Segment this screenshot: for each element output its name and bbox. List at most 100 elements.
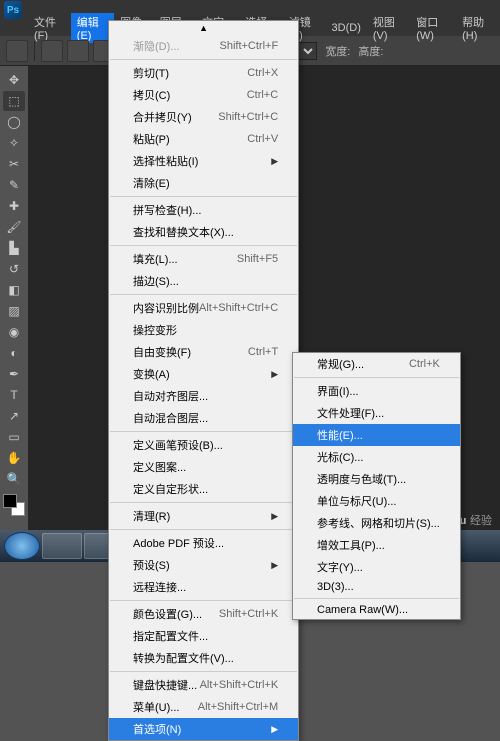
prefs-menu-item-13[interactable]: Camera Raw(W)... bbox=[293, 601, 460, 619]
menu-视图[interactable]: 视图(V) bbox=[367, 13, 410, 43]
history-brush-tool-icon[interactable]: ↺ bbox=[3, 259, 25, 279]
menu-shortcut: Alt+Shift+Ctrl+C bbox=[199, 302, 278, 314]
edit-menu-item-29[interactable]: 预设(S)▶ bbox=[109, 554, 298, 576]
menu-item-label: 清除(E) bbox=[133, 175, 170, 191]
edit-menu-item-24[interactable]: 定义自定形状... bbox=[109, 478, 298, 500]
zoom-tool-icon[interactable]: 🔍 bbox=[3, 469, 25, 489]
edit-menu-item-28[interactable]: Adobe PDF 预设... bbox=[109, 532, 298, 554]
start-button-icon[interactable] bbox=[4, 532, 40, 560]
menu-shortcut: Alt+Shift+Ctrl+M bbox=[198, 701, 278, 713]
edit-menu-item-17[interactable]: 自由变换(F)Ctrl+T bbox=[109, 341, 298, 363]
menu-item-label: 键盘快捷键... bbox=[133, 677, 197, 693]
submenu-arrow-icon: ▶ bbox=[271, 511, 278, 522]
edit-menu-item-6[interactable]: 选择性粘贴(I)▶ bbox=[109, 150, 298, 172]
width-label: 宽度: bbox=[325, 43, 350, 59]
edit-menu-item-5[interactable]: 粘贴(P)Ctrl+V bbox=[109, 128, 298, 150]
edit-menu-item-9[interactable]: 拼写检查(H)... bbox=[109, 199, 298, 221]
stamp-tool-icon[interactable]: ▙ bbox=[3, 238, 25, 258]
move-tool-icon[interactable]: ✥ bbox=[3, 70, 25, 90]
menu-separator bbox=[110, 59, 297, 60]
menu-item-label: 自动对齐图层... bbox=[133, 388, 208, 404]
prefs-menu-item-9[interactable]: 增效工具(P)... bbox=[293, 534, 460, 556]
menu-item-label: 界面(I)... bbox=[317, 383, 359, 399]
edit-menu-item-20[interactable]: 自动混合图层... bbox=[109, 407, 298, 429]
wand-tool-icon[interactable]: ✧ bbox=[3, 133, 25, 153]
prefs-menu-item-0[interactable]: 常规(G)...Ctrl+K bbox=[293, 353, 460, 375]
menu-item-label: 填充(L)... bbox=[133, 251, 178, 267]
foreground-color-swatch[interactable] bbox=[3, 494, 17, 508]
gradient-tool-icon[interactable]: ▨ bbox=[3, 301, 25, 321]
menu-item-label: 预设(S) bbox=[133, 557, 170, 573]
edit-menu-item-30[interactable]: 远程连接... bbox=[109, 576, 298, 598]
menu-item-label: 定义自定形状... bbox=[133, 481, 208, 497]
menu-窗口[interactable]: 窗口(W) bbox=[410, 13, 456, 43]
type-tool-icon[interactable]: T bbox=[3, 385, 25, 405]
edit-menu-item-37[interactable]: 菜单(U)...Alt+Shift+Ctrl+M bbox=[109, 696, 298, 718]
pen-tool-icon[interactable]: ✒ bbox=[3, 364, 25, 384]
menu-帮助[interactable]: 帮助(H) bbox=[456, 13, 500, 43]
prefs-menu-item-11[interactable]: 3D(3)... bbox=[293, 578, 460, 596]
menu-shortcut: Shift+F5 bbox=[237, 253, 278, 265]
lasso-tool-icon[interactable]: ◯ bbox=[3, 112, 25, 132]
menu-item-label: 远程连接... bbox=[133, 579, 186, 595]
eyedropper-tool-icon[interactable]: ✎ bbox=[3, 175, 25, 195]
edit-menu-item-26[interactable]: 清理(R) ▶ bbox=[109, 505, 298, 527]
edit-menu-item-38[interactable]: 首选项(N)▶ bbox=[109, 718, 298, 740]
hand-tool-icon[interactable]: ✋ bbox=[3, 448, 25, 468]
eraser-tool-icon[interactable]: ◧ bbox=[3, 280, 25, 300]
brush-tool-icon[interactable]: 🖌 bbox=[3, 217, 25, 237]
menu-文件[interactable]: 文件(F) bbox=[28, 13, 71, 43]
edit-menu-item-2[interactable]: 剪切(T)Ctrl+X bbox=[109, 62, 298, 84]
edit-menu-item-19[interactable]: 自动对齐图层... bbox=[109, 385, 298, 407]
edit-menu-item-13[interactable]: 描边(S)... bbox=[109, 270, 298, 292]
menu-item-label: 文件处理(F)... bbox=[317, 405, 384, 421]
submenu-arrow-icon: ▶ bbox=[271, 369, 278, 380]
tool-preset-icon[interactable] bbox=[6, 40, 28, 62]
marquee-tool-icon[interactable]: ⬚ bbox=[3, 91, 25, 111]
edit-menu-item-12[interactable]: 填充(L)... Shift+F5 bbox=[109, 248, 298, 270]
edit-menu-item-32[interactable]: 颜色设置(G)...Shift+Ctrl+K bbox=[109, 603, 298, 625]
prefs-menu-item-2[interactable]: 界面(I)... bbox=[293, 380, 460, 402]
path-tool-icon[interactable]: ↗ bbox=[3, 406, 25, 426]
edit-menu-item-22[interactable]: 定义画笔预设(B)... bbox=[109, 434, 298, 456]
prefs-menu-item-6[interactable]: 透明度与色域(T)... bbox=[293, 468, 460, 490]
edit-menu-item-3[interactable]: 拷贝(C)Ctrl+C bbox=[109, 84, 298, 106]
prefs-menu-item-5[interactable]: 光标(C)... bbox=[293, 446, 460, 468]
menu-item-label: 渐隐(D)... bbox=[133, 38, 179, 54]
edit-menu-item-33[interactable]: 指定配置文件... bbox=[109, 625, 298, 647]
dodge-tool-icon[interactable]: ◐ bbox=[3, 343, 25, 363]
prefs-menu-item-8[interactable]: 参考线、网格和切片(S)... bbox=[293, 512, 460, 534]
menu-item-label: 定义图案... bbox=[133, 459, 186, 475]
taskbar-app-icon[interactable] bbox=[42, 533, 82, 559]
color-swatches[interactable] bbox=[3, 494, 25, 516]
menu-separator bbox=[110, 294, 297, 295]
selection-add-icon[interactable] bbox=[67, 40, 89, 62]
edit-menu-item-15[interactable]: 内容识别比例Alt+Shift+Ctrl+C bbox=[109, 297, 298, 319]
menu-shortcut: Ctrl+X bbox=[247, 67, 278, 79]
menu-shortcut: Ctrl+K bbox=[409, 358, 440, 370]
edit-menu-item-4[interactable]: 合并拷贝(Y)Shift+Ctrl+C bbox=[109, 106, 298, 128]
edit-menu-item-16[interactable]: 操控变形 bbox=[109, 319, 298, 341]
edit-menu-item-10[interactable]: 查找和替换文本(X)... bbox=[109, 221, 298, 243]
selection-new-icon[interactable] bbox=[41, 40, 63, 62]
edit-menu-item-23[interactable]: 定义图案... bbox=[109, 456, 298, 478]
edit-menu-item-36[interactable]: 键盘快捷键...Alt+Shift+Ctrl+K bbox=[109, 674, 298, 696]
menu-item-label: 清理(R) bbox=[133, 508, 170, 524]
prefs-menu-item-10[interactable]: 文字(Y)... bbox=[293, 556, 460, 578]
edit-menu-item-34[interactable]: 转换为配置文件(V)... bbox=[109, 647, 298, 669]
prefs-menu-item-3[interactable]: 文件处理(F)... bbox=[293, 402, 460, 424]
edit-menu-item-7[interactable]: 清除(E) bbox=[109, 172, 298, 194]
prefs-menu-item-4[interactable]: 性能(E)... bbox=[293, 424, 460, 446]
menu-3d[interactable]: 3D(D) bbox=[326, 21, 367, 35]
menu-item-label: 性能(E)... bbox=[317, 427, 363, 443]
shape-tool-icon[interactable]: ▭ bbox=[3, 427, 25, 447]
separator bbox=[34, 41, 35, 61]
menu-item-label: 拷贝(C) bbox=[133, 87, 170, 103]
prefs-menu-item-7[interactable]: 单位与标尺(U)... bbox=[293, 490, 460, 512]
edit-menu-item-18[interactable]: 变换(A)▶ bbox=[109, 363, 298, 385]
edit-menu-item-0: 渐隐(D)...Shift+Ctrl+F bbox=[109, 35, 298, 57]
healing-tool-icon[interactable]: ✚ bbox=[3, 196, 25, 216]
blur-tool-icon[interactable]: ◉ bbox=[3, 322, 25, 342]
crop-tool-icon[interactable]: ✂ bbox=[3, 154, 25, 174]
scroll-up-arrow-icon[interactable]: ▲ bbox=[109, 21, 298, 35]
